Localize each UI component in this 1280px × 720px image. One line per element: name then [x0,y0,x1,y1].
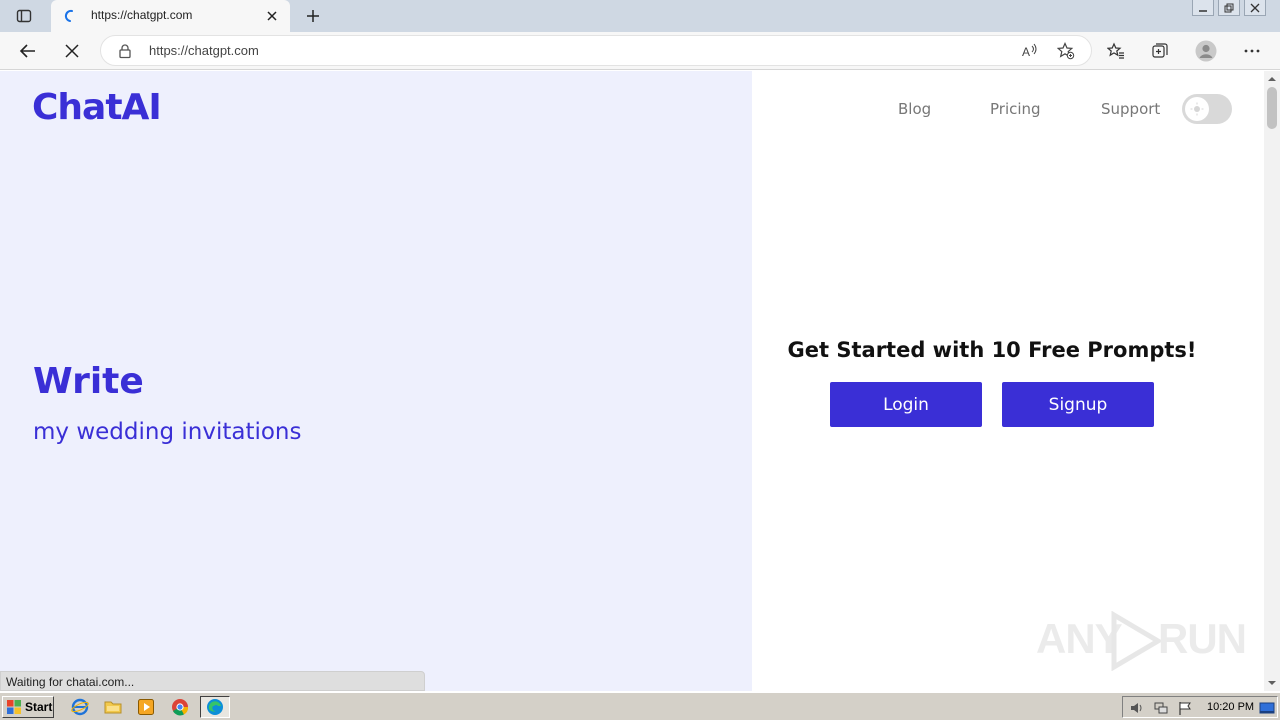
nav-link-blog[interactable]: Blog [898,100,931,118]
file-explorer-icon[interactable] [104,698,122,716]
hero-title: Write [33,361,144,402]
profile-avatar-icon[interactable] [1194,39,1218,63]
window-controls [1192,0,1266,16]
browser-tab-bar: https://chatgpt.com [0,0,1280,32]
collections-icon[interactable] [1148,39,1172,63]
system-tray: 10:20 PM [1122,696,1278,718]
status-text: Waiting for chatai.com... [6,675,135,689]
address-bar[interactable]: https://chatgpt.com A [100,35,1092,66]
tab-title: https://chatgpt.com [91,8,193,22]
favorites-icon[interactable] [1104,39,1128,63]
start-button[interactable]: Start [2,696,54,718]
cta-heading: Get Started with 10 Free Prompts! [787,338,1197,362]
svg-text:A: A [1022,45,1030,59]
watermark-right-text: RUN [1158,615,1247,662]
tab-actions-icon[interactable] [12,6,36,26]
browser-tab[interactable]: https://chatgpt.com [51,0,290,32]
restore-icon[interactable] [1218,0,1240,16]
close-tab-icon[interactable] [264,8,280,24]
show-desktop-icon[interactable] [1259,700,1275,716]
site-logo[interactable]: ChatAI [32,87,162,128]
anyrun-watermark: ANY RUN [1036,607,1247,673]
page-scrollbar[interactable] [1264,71,1280,691]
stop-loading-icon[interactable] [60,39,84,63]
back-icon[interactable] [16,39,40,63]
windows-logo-icon [7,700,21,714]
internet-explorer-icon[interactable] [71,698,89,716]
more-menu-icon[interactable] [1240,39,1264,63]
loading-icon [63,8,79,24]
taskbar-clock[interactable]: 10:20 PM [1207,701,1254,713]
nav-link-support[interactable]: Support [1101,100,1160,118]
edge-icon [207,699,223,715]
scroll-thumb[interactable] [1267,87,1277,129]
volume-icon[interactable] [1129,700,1145,716]
scroll-up-icon[interactable] [1268,75,1276,83]
action-center-flag-icon[interactable] [1177,700,1193,716]
signup-button[interactable]: Signup [1002,382,1154,427]
minimize-icon[interactable] [1192,0,1214,16]
add-favorite-icon[interactable] [1057,42,1075,60]
lock-icon[interactable] [117,43,133,59]
scroll-down-icon[interactable] [1268,679,1276,687]
nav-link-pricing[interactable]: Pricing [990,100,1041,118]
sun-icon [1185,97,1209,121]
taskbar-edge-app[interactable] [200,696,230,718]
media-player-icon[interactable] [137,698,155,716]
login-button[interactable]: Login [830,382,982,427]
url-text[interactable]: https://chatgpt.com [149,43,259,58]
chrome-icon[interactable] [171,698,189,716]
play-icon [1111,611,1163,671]
theme-toggle[interactable] [1182,94,1232,124]
status-bar: Waiting for chatai.com... [0,671,425,691]
read-aloud-icon[interactable]: A [1021,42,1039,60]
new-tab-icon[interactable] [302,5,324,27]
windows-taskbar: Start 10:20 PM [0,692,1280,720]
page-content: ChatAI Write my wedding invitations Blog… [0,71,1264,691]
network-icon[interactable] [1153,700,1169,716]
hero-subtitle: my wedding invitations [33,419,302,445]
browser-toolbar: https://chatgpt.com A [0,32,1280,70]
hero-panel: ChatAI Write my wedding invitations [0,71,752,691]
close-window-icon[interactable] [1244,0,1266,16]
start-label: Start [25,700,53,714]
